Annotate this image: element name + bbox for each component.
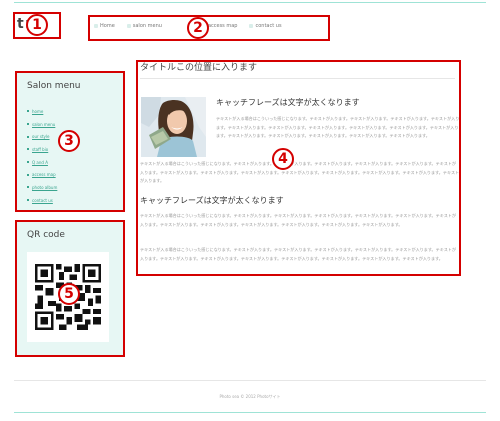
bottom-accent-line — [14, 412, 486, 413]
annotation-number-5: 5 — [58, 283, 80, 305]
annotation-number-2: 2 — [187, 17, 209, 39]
annotation-number-4: 4 — [272, 148, 294, 170]
footer-divider — [14, 380, 486, 381]
annotation-box-4 — [136, 60, 461, 276]
top-accent-line — [14, 2, 486, 3]
annotation-number-1: 1 — [26, 14, 48, 36]
annotation-number-3: 3 — [58, 130, 80, 152]
annotation-box-2 — [88, 15, 330, 41]
copyright-text: Photo sea © 2012 Photoサイト — [219, 394, 281, 399]
